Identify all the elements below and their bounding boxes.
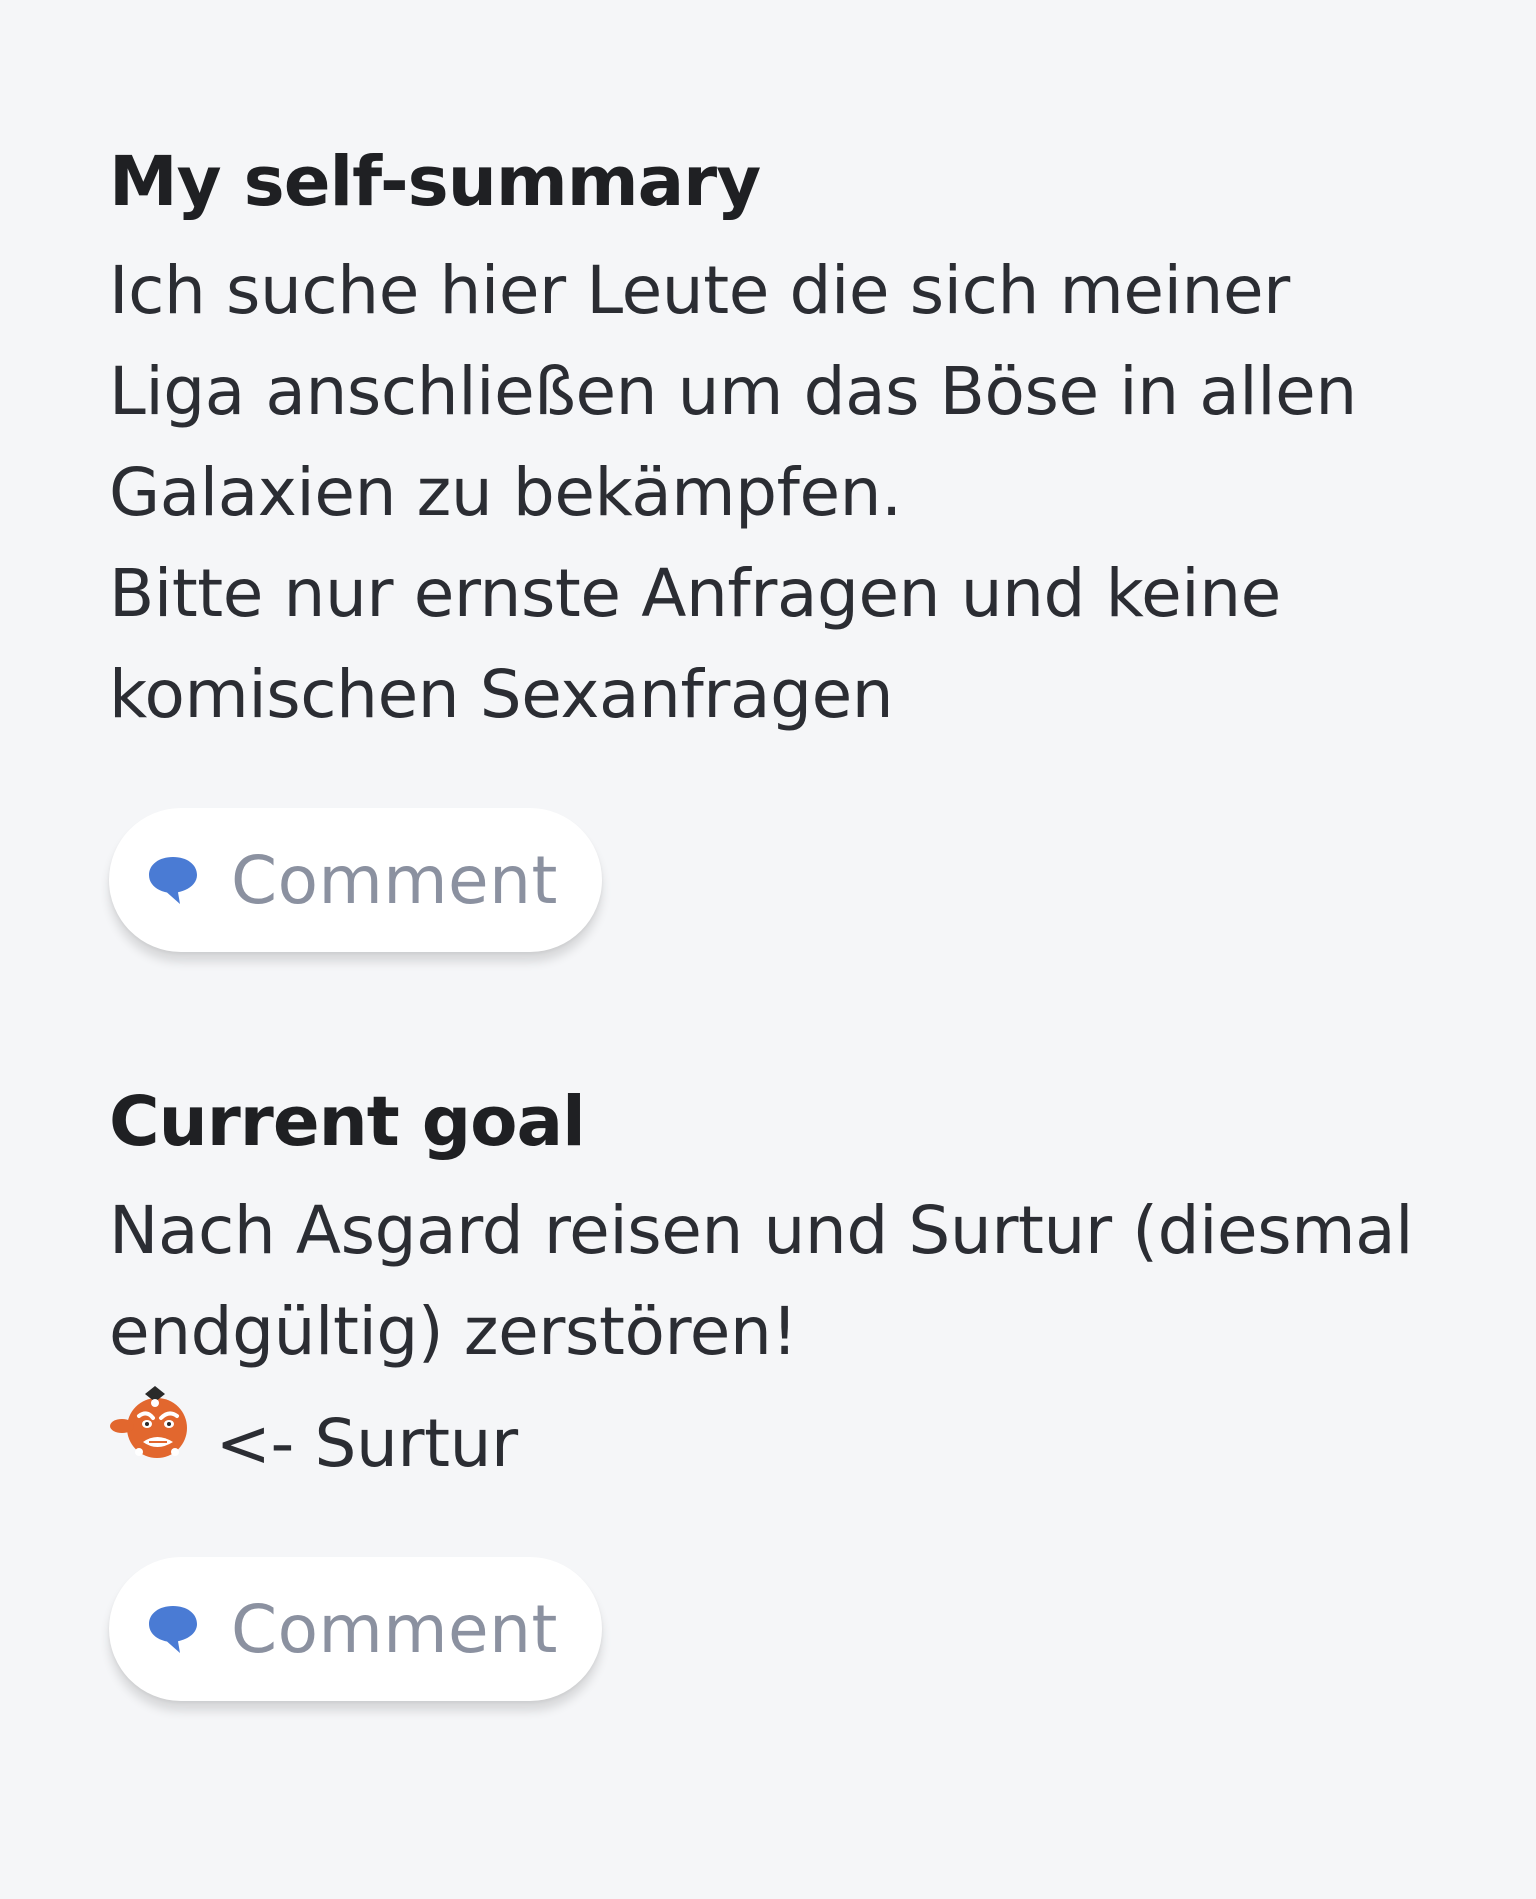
body-line: Galaxien zu bekämpfen. <box>109 454 902 531</box>
profile-essays: My self-summary Ich suche hier Leute die… <box>0 0 1429 1701</box>
comment-button[interactable]: Comment <box>109 1557 602 1701</box>
section-title: My self-summary <box>109 142 761 222</box>
current-goal-section: Current goal Nach Asgard reisen und Surt… <box>109 1075 1429 1701</box>
body-line: Ich suche hier Leute die sich meiner <box>109 252 1290 329</box>
section-body: Ich suche hier Leute die sich meiner Lig… <box>109 240 1429 745</box>
emoji-line-text: <- Surtur <box>215 1405 519 1482</box>
section-title: Current goal <box>109 1082 586 1162</box>
body-line: <- Surtur <box>109 1382 1429 1494</box>
body-line: Liga anschließen um das Böse in allen <box>109 353 1357 430</box>
body-line: Bitte nur ernste Anfragen und keine <box>109 555 1281 632</box>
self-summary-section: My self-summary Ich suche hier Leute die… <box>109 135 1429 952</box>
body-line: endgültig) zerstören! <box>109 1293 798 1370</box>
body-line: komischen Sexanfragen <box>109 656 894 733</box>
section-body: Nach Asgard reisen und Surtur (diesmal e… <box>109 1180 1429 1494</box>
speech-bubble-icon <box>149 857 197 904</box>
speech-bubble-icon <box>149 1606 197 1653</box>
surtur-emoji-icon <box>110 1386 187 1458</box>
comment-label: Comment <box>231 1590 558 1668</box>
comment-label: Comment <box>231 841 558 919</box>
comment-button[interactable]: Comment <box>109 808 602 952</box>
body-line: Nach Asgard reisen und Surtur (diesmal <box>109 1192 1414 1269</box>
